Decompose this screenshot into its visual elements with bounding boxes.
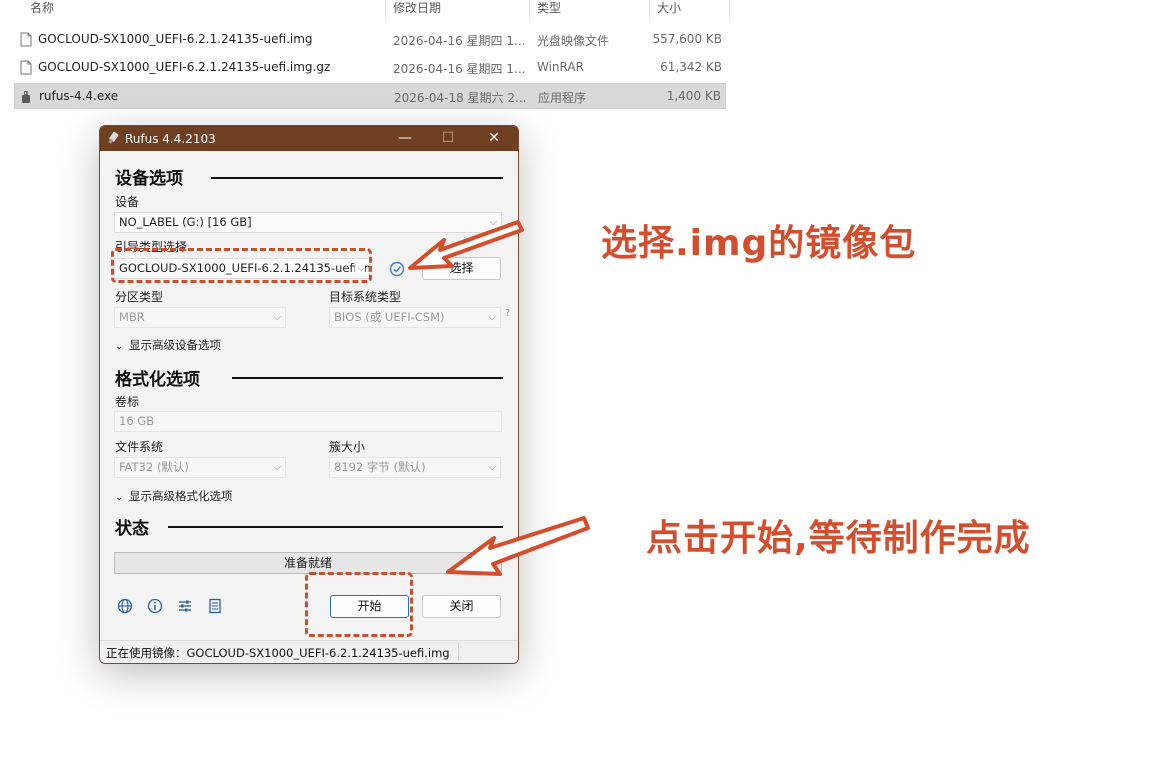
file-icon bbox=[20, 32, 32, 47]
column-divider[interactable] bbox=[385, 0, 386, 20]
file-date: 2026-04-16 星期四 1... bbox=[393, 62, 526, 76]
rufus-app-icon bbox=[108, 131, 119, 144]
arrow-to-boot-selection bbox=[408, 220, 524, 270]
file-type: 光盘映像文件 bbox=[537, 34, 610, 48]
target-system-label: 目标系统类型 bbox=[329, 290, 402, 304]
close-button[interactable]: 关闭 bbox=[422, 595, 501, 618]
status-bar-text: 正在使用镜像：GOCLOUD-SX1000_UEFI-6.2.1.24135-u… bbox=[106, 646, 450, 660]
annotation-click-start: 点击开始,等待制作完成 bbox=[646, 518, 1031, 559]
format-options-heading: 格式化选项 bbox=[115, 370, 200, 390]
maximize-button[interactable]: ☐ bbox=[437, 129, 459, 147]
file-name: GOCLOUD-SX1000_UEFI-6.2.1.24135-uefi.img… bbox=[38, 60, 331, 74]
chevron-down-icon: ⌵ bbox=[488, 312, 496, 323]
partition-scheme-select[interactable]: MBR ⌵ bbox=[114, 307, 286, 328]
volume-label-label: 卷标 bbox=[115, 395, 140, 409]
column-divider[interactable] bbox=[649, 0, 650, 20]
file-system-select[interactable]: FAT32 (默认) ⌵ bbox=[114, 457, 286, 478]
section-divider bbox=[211, 177, 503, 179]
status-bar-divider bbox=[458, 643, 459, 661]
arrow-to-start-button bbox=[446, 516, 590, 576]
advanced-device-label: 显示高级设备选项 bbox=[129, 338, 221, 352]
file-size: 557,600 KB bbox=[652, 32, 722, 46]
file-row[interactable]: GOCLOUD-SX1000_UEFI-6.2.1.24135-uefi.img… bbox=[14, 27, 726, 53]
cluster-size-value: 8192 字节 (默认) bbox=[334, 460, 426, 474]
volume-label-input[interactable]: 16 GB bbox=[114, 411, 502, 432]
title-bar[interactable]: Rufus 4.4.2103 — ☐ ✕ bbox=[100, 126, 518, 151]
file-system-label: 文件系统 bbox=[115, 440, 164, 454]
column-header-date[interactable]: 修改日期 bbox=[393, 0, 441, 18]
progress-status-text: 准备就绪 bbox=[283, 556, 332, 570]
partition-scheme-label: 分区类型 bbox=[115, 290, 164, 304]
target-system-value: BIOS (或 UEFI-CSM) bbox=[334, 310, 445, 324]
file-icon bbox=[20, 60, 32, 75]
cluster-size-label: 簇大小 bbox=[329, 440, 366, 454]
file-name: GOCLOUD-SX1000_UEFI-6.2.1.24135-uefi.img bbox=[38, 32, 313, 46]
cluster-size-select[interactable]: 8192 字节 (默认) ⌵ bbox=[329, 457, 501, 478]
file-type: WinRAR bbox=[537, 60, 584, 74]
log-icon[interactable] bbox=[207, 598, 223, 614]
help-icon[interactable]: ? bbox=[505, 308, 510, 319]
advanced-device-toggle[interactable]: ⌄ 显示高级设备选项 bbox=[115, 337, 221, 353]
device-label: 设备 bbox=[115, 195, 140, 209]
target-system-select[interactable]: BIOS (或 UEFI-CSM) ⌵ bbox=[329, 307, 501, 328]
device-options-heading: 设备选项 bbox=[115, 169, 183, 189]
usb-drive-icon bbox=[22, 91, 30, 103]
chevron-down-icon: ⌵ bbox=[273, 462, 281, 473]
chevron-down-icon: ⌄ bbox=[115, 341, 124, 352]
file-size: 61,342 KB bbox=[660, 60, 722, 74]
file-name: rufus-4.4.exe bbox=[39, 89, 119, 103]
close-window-button[interactable]: ✕ bbox=[483, 129, 505, 147]
section-divider bbox=[232, 377, 503, 379]
settings-sliders-icon[interactable] bbox=[177, 598, 193, 614]
file-row-selected[interactable]: rufus-4.4.exe 2026-04-18 星期六 2... 应用程序 1… bbox=[14, 83, 726, 109]
file-type: 应用程序 bbox=[538, 91, 587, 105]
status-heading: 状态 bbox=[115, 519, 149, 539]
minimize-button[interactable]: — bbox=[394, 129, 416, 147]
status-bar: 正在使用镜像：GOCLOUD-SX1000_UEFI-6.2.1.24135-u… bbox=[100, 640, 518, 663]
window-title: Rufus 4.4.2103 bbox=[125, 132, 216, 146]
volume-label-value: 16 GB bbox=[119, 414, 155, 428]
column-header-type[interactable]: 类型 bbox=[537, 0, 561, 18]
globe-language-icon[interactable] bbox=[117, 598, 133, 614]
file-system-value: FAT32 (默认) bbox=[119, 460, 189, 474]
file-size: 1,400 KB bbox=[666, 89, 721, 103]
chevron-down-icon: ⌄ bbox=[115, 492, 124, 503]
annotation-select-image: 选择.img的镜像包 bbox=[601, 223, 917, 264]
column-divider[interactable] bbox=[529, 0, 530, 20]
file-row[interactable]: GOCLOUD-SX1000_UEFI-6.2.1.24135-uefi.img… bbox=[14, 55, 726, 81]
column-header-name[interactable]: 名称 bbox=[30, 0, 54, 18]
column-divider[interactable] bbox=[729, 0, 730, 20]
device-value: NO_LABEL (G:) [16 GB] bbox=[119, 215, 252, 229]
chevron-down-icon: ⌵ bbox=[273, 312, 281, 323]
advanced-format-toggle[interactable]: ⌄ 显示高级格式化选项 bbox=[115, 488, 233, 504]
partition-scheme-value: MBR bbox=[119, 310, 145, 324]
file-date: 2026-04-16 星期四 1... bbox=[393, 34, 526, 48]
file-explorer: 名称 修改日期 类型 大小 GOCLOUD-SX1000_UEFI-6.2.1.… bbox=[0, 0, 1172, 110]
highlight-boot-selection bbox=[111, 248, 372, 283]
chevron-down-icon: ⌵ bbox=[488, 462, 496, 473]
column-header-size[interactable]: 大小 bbox=[657, 0, 681, 18]
highlight-start-button bbox=[305, 572, 413, 637]
info-icon[interactable] bbox=[147, 598, 163, 614]
advanced-format-label: 显示高级格式化选项 bbox=[129, 489, 233, 503]
file-date: 2026-04-18 星期六 2... bbox=[394, 91, 527, 105]
